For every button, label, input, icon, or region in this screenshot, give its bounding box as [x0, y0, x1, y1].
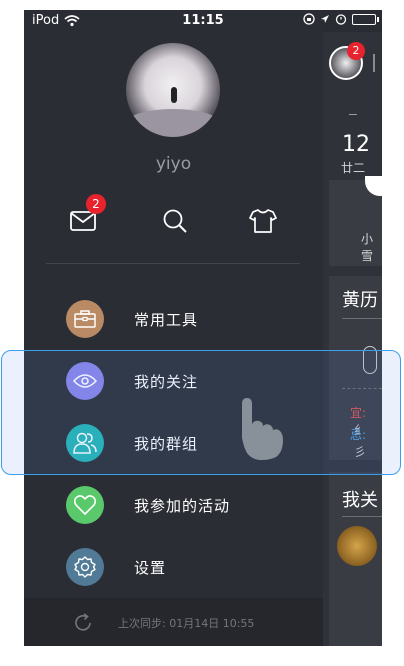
avatar[interactable] — [126, 43, 220, 137]
menu-item-settings[interactable]: 设置 — [24, 538, 323, 598]
menu-label-activities: 我参加的活动 — [134, 497, 231, 515]
mail-icon — [70, 211, 96, 231]
follow-title: 我关 — [342, 490, 378, 511]
status-icons — [303, 13, 379, 25]
rotation-lock-icon — [303, 13, 315, 25]
menu-item-activities[interactable]: 我参加的活动 — [24, 476, 323, 536]
status-bar: iPod 11:15 — [24, 10, 382, 32]
refresh-icon[interactable] — [72, 612, 94, 634]
weather-card[interactable]: 小雪 — [329, 176, 382, 266]
toolbox-icon — [66, 300, 104, 338]
menu-item-tools[interactable]: 常用工具 — [24, 290, 323, 350]
panel-dash — [349, 114, 357, 115]
follow-card[interactable]: 我关 — [329, 472, 382, 646]
date-number: 12 — [342, 132, 370, 157]
highlight-overlay — [1, 350, 401, 475]
mail-button[interactable]: 2 — [68, 194, 106, 236]
search-icon — [163, 209, 187, 233]
almanac-underline — [342, 318, 382, 319]
location-icon — [321, 15, 329, 23]
gear-icon — [66, 548, 104, 586]
follow-underline — [342, 516, 382, 517]
alarm-icon — [335, 14, 347, 25]
quick-actions: 2 — [24, 194, 323, 236]
panel-divider — [373, 54, 375, 72]
menu-label-tools: 常用工具 — [134, 311, 199, 329]
main-content-panel[interactable]: 2 12 廿二 小雪 黄历 宜:纟 忌:彡 我关 — [323, 32, 382, 646]
panel-notification-badge: 2 — [347, 42, 365, 60]
weather-icon — [365, 176, 382, 196]
heart-icon — [66, 486, 104, 524]
date-lunar: 廿二 — [341, 161, 366, 175]
phone-screen: 2 12 廿二 小雪 黄历 宜:纟 忌:彡 我关 yiyo 2 常用工具 我的关… — [24, 10, 382, 646]
mail-badge: 2 — [86, 194, 106, 214]
follow-thumbnail[interactable] — [337, 526, 377, 566]
skin-button[interactable] — [248, 206, 278, 236]
side-drawer: yiyo 2 常用工具 我的关注 我的群组 我参加的活动 设置 上次同步: 01… — [24, 10, 323, 646]
avatar-figure — [171, 87, 177, 103]
search-button[interactable] — [160, 206, 190, 236]
battery-icon — [352, 13, 379, 25]
menu-label-settings: 设置 — [134, 559, 167, 577]
sync-status-text: 上次同步: 01月14日 10:55 — [118, 617, 255, 630]
drawer-divider — [46, 263, 300, 264]
weather-text: 小雪 — [361, 232, 374, 263]
tap-hand-icon — [242, 398, 283, 460]
username: yiyo — [155, 154, 192, 174]
avatar-ground — [126, 109, 220, 137]
sync-bar: 上次同步: 01月14日 10:55 — [24, 598, 323, 646]
tshirt-icon — [249, 209, 277, 233]
almanac-title: 黄历 — [342, 290, 378, 311]
